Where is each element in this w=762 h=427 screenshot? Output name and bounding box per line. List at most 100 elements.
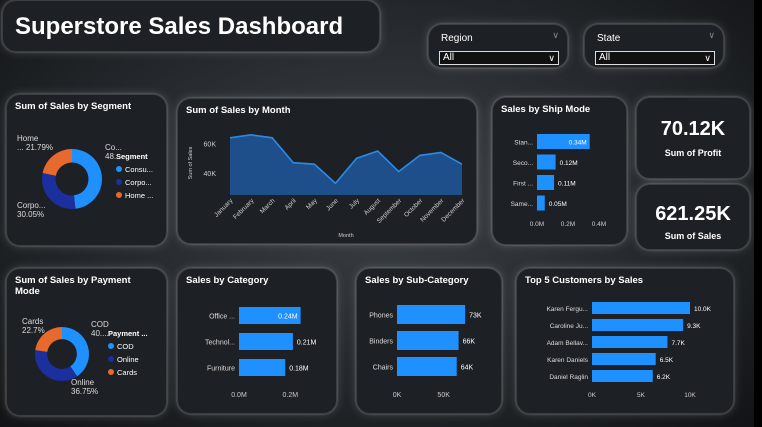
bar[interactable] <box>239 333 293 350</box>
x-tick-label: 0.2M <box>283 392 299 399</box>
donut-slice[interactable] <box>42 149 72 176</box>
area-fill <box>230 134 462 195</box>
subcategory-card[interactable]: Sales by Sub-Category Phones 73K Binders 66… <box>356 268 502 414</box>
bar[interactable] <box>397 331 459 350</box>
slice-value: 30.05% <box>17 210 44 219</box>
legend-marker <box>108 343 114 349</box>
slice-value: 40.... <box>91 329 109 338</box>
legend-title: Payment ... <box>108 329 148 338</box>
category-label: Daniel Raglin <box>549 374 588 381</box>
category-bar-chart[interactable]: Office ... 0.24M Technol... 0.21M Furniture 0… <box>178 269 337 414</box>
bar[interactable] <box>592 336 668 348</box>
x-tick-label: 0.2M <box>561 221 575 228</box>
donut-slice[interactable] <box>35 350 78 381</box>
month-card[interactable]: Sum of Sales by Month 60K 40K Sum of Sales… <box>177 98 477 244</box>
legend-marker <box>116 192 122 198</box>
data-label: 9.3K <box>687 323 701 330</box>
legend-marker <box>116 166 122 172</box>
dropdown-arrow-icon[interactable]: ∨ <box>548 52 555 64</box>
bar[interactable] <box>239 359 286 376</box>
ship-card[interactable]: Sales by Ship Mode Stan... 0.34M Seco... 0.… <box>492 97 627 245</box>
legend-marker <box>116 179 122 185</box>
slice-value: ... 21.79% <box>17 143 53 152</box>
slice-label: Corpo... <box>17 201 45 210</box>
x-tick-label: December <box>440 197 467 224</box>
x-tick-label: March <box>259 197 277 215</box>
y-tick-label: 60K <box>204 142 217 149</box>
data-label: 6.2K <box>657 374 671 381</box>
category-label: First ... <box>513 181 533 188</box>
segment-card[interactable]: Sum of Sales by Segment Co... 48... Corpo.… <box>6 94 167 246</box>
x-axis-label: Month <box>338 233 353 239</box>
bar[interactable] <box>592 302 690 314</box>
x-tick-label: February <box>232 197 256 221</box>
window-edge <box>754 0 762 427</box>
legend-item: COD <box>117 342 134 351</box>
profit-value: 70.12K <box>660 118 726 140</box>
bar[interactable] <box>537 154 556 170</box>
category-card[interactable]: Sales by Category Office ... 0.24M Technol… <box>177 268 337 414</box>
bar[interactable] <box>592 353 656 365</box>
data-label: 0.11M <box>558 181 576 188</box>
legend-item: Cards <box>117 368 137 377</box>
x-tick-label: 0.0M <box>530 221 544 228</box>
legend-item: Consu... <box>125 165 153 174</box>
data-label: 64K <box>461 365 474 372</box>
slice-label: Co... <box>105 143 122 152</box>
category-label: Furniture <box>207 366 235 373</box>
data-label: 0.05M <box>549 201 567 208</box>
data-label: 73K <box>469 313 482 320</box>
title-card: Superstore Sales Dashboard <box>2 0 380 52</box>
data-label: 0.24M <box>278 314 298 321</box>
x-tick-label: 0.0M <box>231 392 247 399</box>
slice-label: Online <box>71 378 95 387</box>
payment-card[interactable]: Sum of Sales by Payment Mode COD 40.... On… <box>6 268 167 416</box>
donut-slice[interactable] <box>42 172 76 209</box>
state-dropdown[interactable]: All ∨ <box>595 51 715 65</box>
state-label: State <box>597 33 621 44</box>
legend-marker <box>108 356 114 362</box>
bar[interactable] <box>592 370 653 382</box>
x-tick-label: April <box>284 197 299 212</box>
data-label: 0.18M <box>289 366 309 373</box>
region-slicer[interactable]: Region ∨ All ∨ <box>428 24 568 68</box>
region-dropdown[interactable]: All ∨ <box>439 51 559 65</box>
bar[interactable] <box>537 175 555 190</box>
legend-item: Home ... <box>125 191 153 200</box>
donut-slice[interactable] <box>72 149 103 209</box>
dropdown-arrow-icon[interactable]: ∨ <box>704 52 711 64</box>
chevron-down-icon[interactable]: ∨ <box>708 30 715 41</box>
x-tick-label: 0.4M <box>592 221 606 228</box>
x-tick-label: 10K <box>684 392 696 399</box>
bar[interactable] <box>592 319 684 331</box>
bar[interactable] <box>537 195 545 211</box>
month-area-chart[interactable]: 60K40KSum of SalesJanuaryFebruary March Ap… <box>178 99 477 244</box>
category-label: Adam Bellav... <box>547 340 589 347</box>
x-tick-label: June <box>325 197 340 212</box>
region-value: All <box>443 52 455 63</box>
sales-kpi-card: 621.25K Sum of Sales <box>636 184 750 250</box>
subcategory-bar-chart[interactable]: Phones 73K Binders 66K Chairs 64K 0K 50K <box>357 269 502 414</box>
x-tick-label: 0K <box>588 392 597 399</box>
x-tick-label: 5K <box>637 392 646 399</box>
region-label: Region <box>441 33 473 44</box>
segment-donut-chart[interactable]: Co...48...Corpo...30.05%Home... 21.79%Se… <box>7 95 167 246</box>
state-slicer[interactable]: State ∨ All ∨ <box>584 24 724 68</box>
bar[interactable] <box>397 305 466 324</box>
data-label: 7.7K <box>671 340 685 347</box>
customers-card[interactable]: Top 5 Customers by Sales Karen Fergu... 1… <box>516 268 734 414</box>
category-label: Office ... <box>209 314 235 321</box>
ship-bar-chart[interactable]: Stan... 0.34MSeco... 0.12MFirst ... 0.11MSa… <box>493 98 627 245</box>
dashboard-title: Superstore Sales Dashboard <box>15 13 344 40</box>
data-label: 0.21M <box>297 340 317 347</box>
slice-label: Cards <box>22 317 43 326</box>
chevron-down-icon[interactable]: ∨ <box>552 30 559 41</box>
payment-donut-chart[interactable]: COD40....Online36.75%Cards22.7% Payment .… <box>7 269 167 416</box>
slice-label: COD <box>91 320 109 329</box>
customers-bar-chart[interactable]: Karen Fergu... 10.0K Caroline Ju... 9.3K Ada… <box>517 269 734 414</box>
category-label: Karen Fergu... <box>546 306 588 313</box>
bar[interactable] <box>397 357 457 376</box>
sales-value: 621.25K <box>655 203 731 225</box>
slice-value: 22.7% <box>22 326 45 335</box>
slice-value: 36.75% <box>71 387 98 396</box>
